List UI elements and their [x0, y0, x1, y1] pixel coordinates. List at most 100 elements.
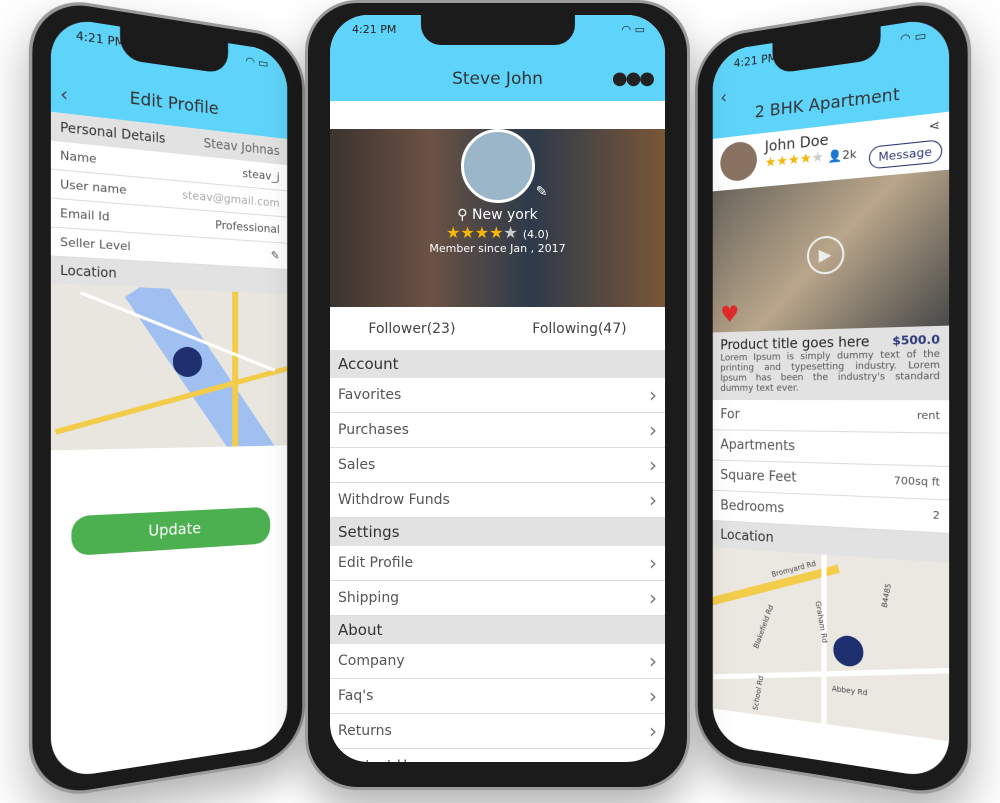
section-title: Location: [720, 527, 773, 546]
detail-value: 2: [933, 510, 940, 523]
email-value[interactable]: steav@gmail.com: [182, 188, 280, 210]
location-map[interactable]: Bromyard Rd Blakefield Rd Graham Rd B448…: [713, 547, 949, 741]
screen: 4:21 PM ◠ ▭ ‹ Edit Profile Personal Deta…: [51, 16, 287, 780]
wifi-battery-icon: ◠ ▭: [622, 23, 646, 36]
status-time: 4:21 PM: [734, 51, 777, 71]
following-count[interactable]: Following(47): [532, 321, 626, 337]
screen: 4:21 PM ◠ ▭ Steve John ●●● ✎ ⚲ New york …: [330, 15, 665, 762]
map-label: Graham Rd: [814, 601, 829, 644]
chevron-right-icon: ›: [649, 551, 657, 575]
phone-profile: 4:21 PM ◠ ▭ Steve John ●●● ✎ ⚲ New york …: [305, 0, 690, 790]
map-pin-icon: ⬤: [832, 629, 865, 668]
menu-item-label: Withdrow Funds: [338, 492, 450, 508]
field-label: User name: [60, 177, 126, 197]
menu-item-label: Purchases: [338, 422, 409, 438]
detail-label: Bedrooms: [720, 498, 784, 516]
menu-list: Account Favorites › Purchases › Sales › Withdro…: [330, 350, 665, 762]
map-label: Blakefield Rd: [752, 604, 775, 650]
menu-item-purchases[interactable]: Purchases ›: [330, 413, 665, 448]
wifi-battery-icon: ◠ ▭: [900, 28, 926, 46]
seller-level-value[interactable]: Professional: [215, 218, 279, 236]
map-label: B4485: [880, 583, 893, 609]
chevron-right-icon: ›: [649, 754, 657, 762]
map-label: Abbey Rd: [832, 685, 868, 698]
section-about: About: [330, 616, 665, 644]
edit-icon[interactable]: ✎: [536, 184, 548, 200]
location-text: New york: [472, 207, 538, 223]
menu-item-shipping[interactable]: Shipping ›: [330, 581, 665, 616]
edit-icon[interactable]: ✎: [271, 249, 280, 263]
avatar[interactable]: [720, 140, 757, 183]
chevron-right-icon: ›: [649, 586, 657, 610]
chevron-right-icon: ›: [649, 383, 657, 407]
location-map[interactable]: ⬤: [51, 283, 287, 450]
member-since: Member since Jan , 2017: [330, 242, 665, 255]
product-info: Product title goes here $500.0 Lorem Ipsu…: [713, 326, 949, 401]
notch: [420, 15, 574, 45]
menu-item-label: Contact Us: [338, 758, 414, 762]
user-icon: 👤: [828, 149, 842, 164]
rating-text: (4.0): [523, 228, 549, 241]
follow-stats: Follower(23) Following(47): [330, 307, 665, 350]
menu-item-label: Shipping: [338, 590, 399, 606]
apartment-image[interactable]: ▶ ♥: [713, 170, 949, 333]
chevron-right-icon: ›: [649, 418, 657, 442]
location-pin-icon: ⚲: [457, 207, 467, 223]
field-label: Name: [60, 148, 97, 166]
field-label: Email Id: [60, 206, 110, 224]
username-value[interactable]: steav_j: [242, 167, 279, 184]
detail-value: rent: [917, 410, 940, 422]
road: [713, 668, 949, 680]
detail-value: 700sq ft: [894, 475, 940, 489]
profile-avatar[interactable]: ✎: [461, 129, 535, 203]
menu-item-withdrow-funds[interactable]: Withdrow Funds ›: [330, 483, 665, 518]
menu-item-favorites[interactable]: Favorites ›: [330, 378, 665, 413]
share-icon[interactable]: ⋖: [928, 117, 939, 134]
section-title: Location: [60, 263, 117, 281]
heart-icon[interactable]: ♥: [720, 302, 739, 328]
menu-item-label: Company: [338, 653, 405, 669]
menu-item-contact-us[interactable]: Contact Us ›: [330, 749, 665, 762]
update-button[interactable]: Update: [71, 507, 270, 556]
wifi-battery-icon: ◠ ▭: [246, 54, 269, 71]
screen: 4:21 PM ◠ ▭ ‹ 2 BHK Apartment John Doe ★…: [713, 16, 949, 780]
road: [232, 292, 238, 447]
field-label: Seller Level: [60, 235, 131, 254]
map-pin-icon: ⬤: [171, 342, 203, 377]
update-area: Update: [51, 445, 287, 557]
chevron-right-icon: ›: [649, 453, 657, 477]
menu-item-company[interactable]: Company ›: [330, 644, 665, 679]
message-button[interactable]: Message: [869, 139, 943, 169]
menu-item-label: Faq's: [338, 688, 373, 704]
section-account: Account: [330, 350, 665, 378]
more-icon[interactable]: ●●●: [612, 68, 653, 89]
rating-stars: ★★★★: [446, 223, 503, 242]
menu-item-label: Returns: [338, 723, 392, 739]
menu-item-label: Sales: [338, 457, 375, 473]
menu-item-sales[interactable]: Sales ›: [330, 448, 665, 483]
follower-count[interactable]: Follower(23): [368, 321, 455, 337]
menu-item-faq-s[interactable]: Faq's ›: [330, 679, 665, 714]
section-title: Personal Details: [60, 119, 165, 146]
phone-edit-profile: 4:21 PM ◠ ▭ ‹ Edit Profile Personal Deta…: [29, 0, 305, 803]
detail-label: Apartments: [720, 437, 795, 454]
name-value[interactable]: Steav Johnas: [204, 136, 280, 159]
detail-label: For: [720, 407, 739, 422]
play-icon[interactable]: ▶: [806, 235, 843, 275]
menu-item-edit-profile[interactable]: Edit Profile ›: [330, 546, 665, 581]
followers-count: 2k: [842, 147, 856, 162]
description: Lorem Ipsum is simply dummy text of the …: [720, 349, 940, 394]
menu-item-label: Edit Profile: [338, 555, 413, 571]
phone-apartment: 4:21 PM ◠ ▭ ‹ 2 BHK Apartment John Doe ★…: [695, 0, 971, 803]
detail-label: Square Feet: [720, 468, 796, 486]
profile-cover: ✎ ⚲ New york ★★★★★ (4.0) Member since Ja…: [330, 129, 665, 307]
menu-item-label: Favorites: [338, 387, 401, 403]
chevron-right-icon: ›: [649, 684, 657, 708]
chevron-right-icon: ›: [649, 719, 657, 743]
map-label: School Rd: [752, 675, 766, 712]
status-time: 4:21 PM: [76, 29, 125, 50]
detail-for: For rent: [713, 400, 949, 434]
chevron-right-icon: ›: [649, 488, 657, 512]
section-settings: Settings: [330, 518, 665, 546]
menu-item-returns[interactable]: Returns ›: [330, 714, 665, 749]
